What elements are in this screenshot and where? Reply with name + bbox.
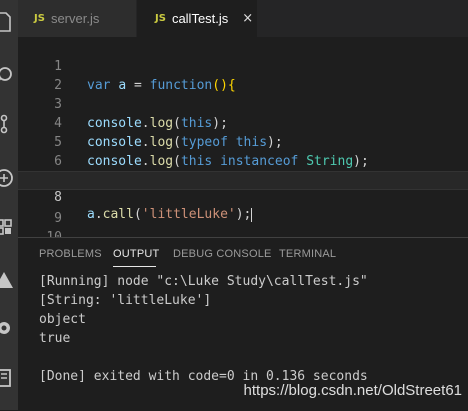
code-line[interactable]: 10 <box>18 209 468 245</box>
book-icon[interactable] <box>0 366 18 392</box>
files-icon[interactable] <box>0 10 18 36</box>
settings-icon[interactable] <box>0 316 18 342</box>
code-line[interactable]: 1 var a = function(){ <box>18 38 468 93</box>
tab-label: server.js <box>50 11 100 26</box>
output-line: [Running] node "c:\Luke Study\callTest.j… <box>39 274 368 289</box>
output-line: object <box>39 312 86 327</box>
js-file-icon: JS <box>34 13 45 24</box>
output-line: [String: 'littleLuke'] <box>39 293 212 308</box>
code-line[interactable]: 2 <box>18 57 468 93</box>
code-line-active[interactable]: 8 a.call('littleLuke'); <box>18 171 468 222</box>
activity-bar <box>0 0 18 410</box>
watermark: https://blog.csdn.net/OldStreet61 <box>243 382 462 399</box>
tab-problems[interactable]: PROBLEMS <box>39 248 102 260</box>
extensions-icon[interactable] <box>0 215 18 241</box>
tab-calltest-js[interactable]: JS callTest.js × <box>137 0 257 37</box>
active-tab-indicator <box>113 266 156 267</box>
source-control-icon[interactable] <box>0 112 18 138</box>
tab-output[interactable]: OUTPUT <box>113 248 159 260</box>
search-icon[interactable] <box>0 64 18 90</box>
tab-terminal[interactable]: TERMINAL <box>279 248 336 260</box>
code-line[interactable]: 7 <box>18 152 468 188</box>
editor-tab-bar: JS server.js JS callTest.js × <box>18 0 468 37</box>
tab-debug-console[interactable]: DEBUG CONSOLE <box>173 248 272 260</box>
code-line[interactable]: 3 console.log(this); <box>18 76 468 131</box>
code-line[interactable]: 4 console.log(typeof this); <box>18 95 468 150</box>
code-line[interactable]: 6 } <box>18 133 468 188</box>
output-line: true <box>39 331 71 346</box>
close-icon[interactable]: × <box>242 11 253 26</box>
tab-server-js[interactable]: JS server.js <box>18 0 136 37</box>
code-line[interactable]: 9 <box>18 190 468 226</box>
warning-icon[interactable] <box>0 268 18 294</box>
code-line[interactable]: 5 console.log(this instanceof String); <box>18 114 468 169</box>
js-file-icon: JS <box>155 13 166 24</box>
code-editor[interactable]: 1 var a = function(){ 2 3 console.log(th… <box>18 37 468 245</box>
tab-label: callTest.js <box>171 11 229 26</box>
debug-icon[interactable] <box>0 166 18 192</box>
